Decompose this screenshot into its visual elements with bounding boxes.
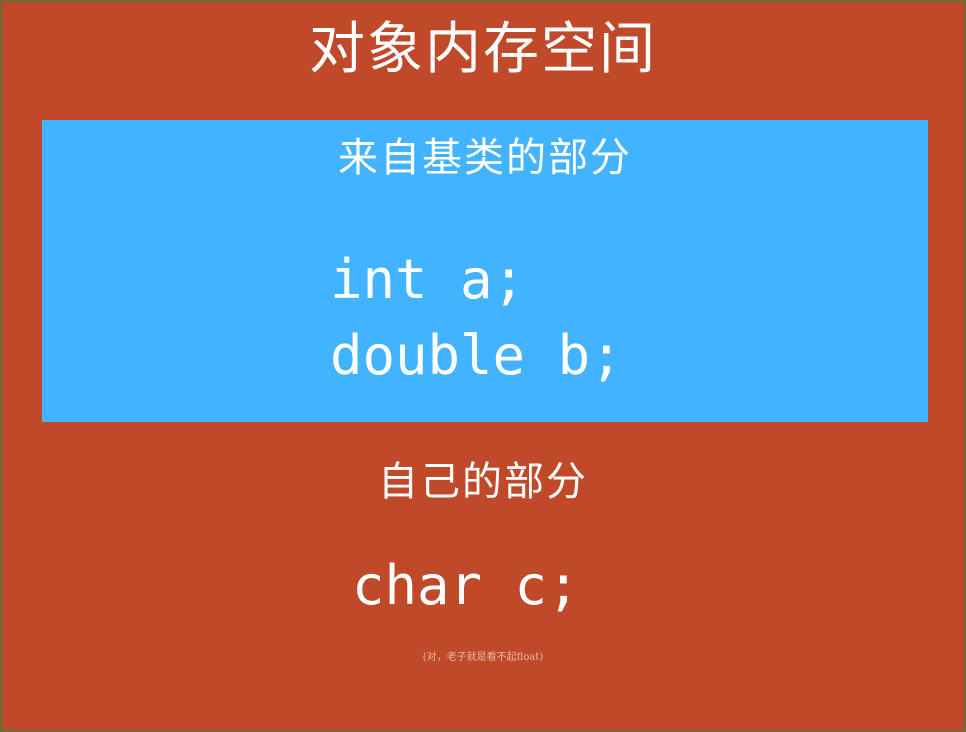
own-section-code: char c; xyxy=(352,548,580,624)
code-line-double-b: double b; xyxy=(330,324,623,387)
footnote: (对，老子就是看不起float) xyxy=(422,652,544,663)
memory-layout-slide: 对象内存空间 来自基类的部分 int a; double b; 自己的部分 cha… xyxy=(0,0,966,732)
slide-title: 对象内存空间 xyxy=(309,17,657,82)
code-line-int-a: int a; xyxy=(330,248,526,311)
code-line-char-c: char c; xyxy=(352,554,580,617)
base-class-section: 来自基类的部分 int a; double b; xyxy=(42,120,928,422)
base-class-code: int a; double b; xyxy=(330,242,623,394)
base-class-label: 来自基类的部分 xyxy=(338,135,632,181)
own-section-label: 自己的部分 xyxy=(378,459,588,505)
